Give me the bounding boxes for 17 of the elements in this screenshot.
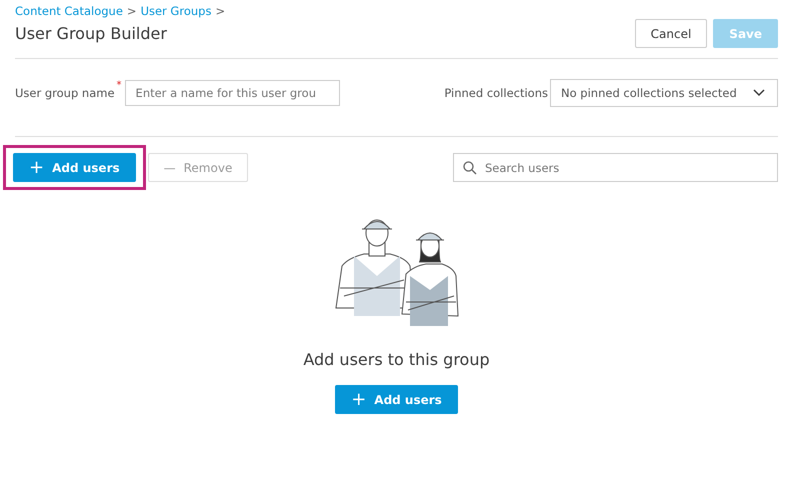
group-name-field[interactable]: Enter a name for this user grou bbox=[124, 80, 340, 106]
field-label: User group name bbox=[15, 86, 115, 100]
breadcrumb-separator: > bbox=[126, 4, 137, 18]
add-users-button[interactable]: + Add users bbox=[335, 385, 458, 414]
chevron-down-icon bbox=[753, 89, 765, 97]
breadcrumb-separator: > bbox=[215, 4, 226, 18]
required-mark: * bbox=[116, 80, 122, 91]
field-label: Pinned collections bbox=[444, 86, 548, 100]
add-users-button[interactable]: + Add users bbox=[13, 153, 136, 182]
pinned-collections-dropdown[interactable]: No pinned collections selected bbox=[550, 79, 778, 107]
breadcrumb-link[interactable]: Content Catalogue bbox=[15, 4, 123, 18]
breadcrumb-link[interactable]: User Groups bbox=[140, 4, 212, 18]
search-icon bbox=[463, 161, 477, 175]
page-title: User Group Builder bbox=[15, 24, 168, 43]
search-field[interactable]: Search users bbox=[453, 153, 778, 182]
empty-state-message: Add users to this group bbox=[303, 350, 490, 369]
cancel-button[interactable]: Cancel bbox=[634, 19, 708, 48]
